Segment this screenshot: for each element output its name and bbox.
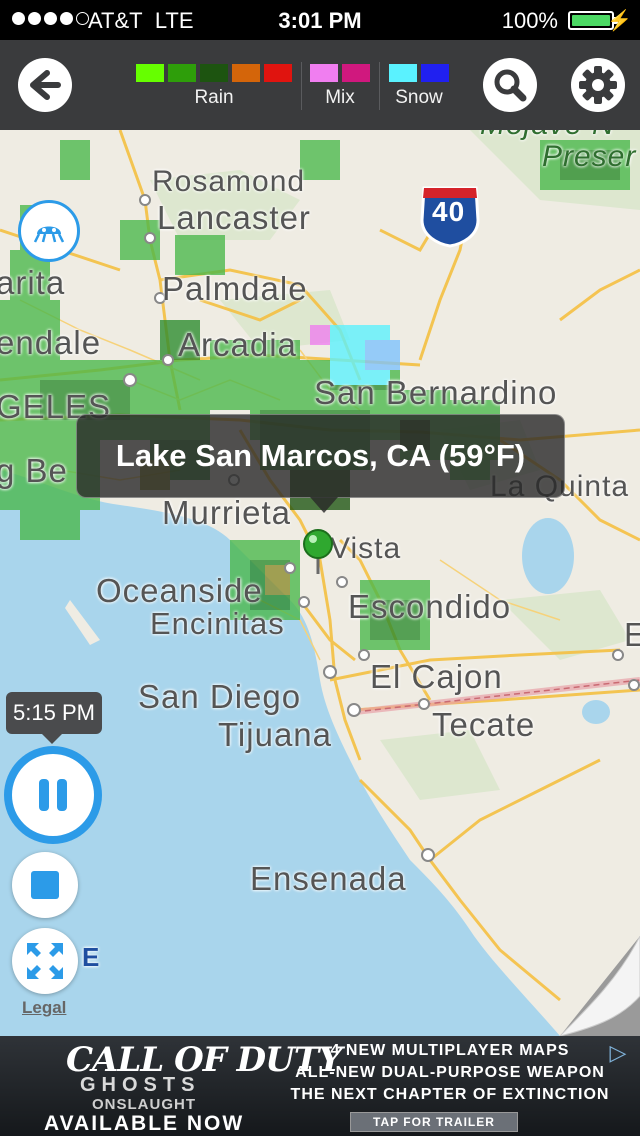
stop-icon [31, 871, 59, 899]
map-label-encinitas: Encinitas [150, 606, 285, 641]
map-label-arcadia: Arcadia [178, 326, 297, 363]
rain-swatches [136, 64, 292, 82]
map-label-tijuana: Tijuana [218, 716, 333, 753]
radar-layer-icon [33, 226, 65, 243]
legend-swatch [342, 64, 370, 82]
ad-line-2: ALL-NEW DUAL-PURPOSE WEAPON [295, 1064, 605, 1081]
legend-mix: Mix [310, 64, 370, 109]
expand-icon [27, 943, 63, 979]
map-label-murrieta: Murrieta [162, 494, 292, 531]
map-label-rosamond: Rosamond [152, 165, 306, 198]
page-curl-icon[interactable] [560, 936, 640, 1036]
map-label-palmdale: Palmdale [162, 270, 308, 307]
battery-percent: 100% [501, 8, 558, 33]
map-label-oceanside: Oceanside [96, 572, 263, 609]
legal-link[interactable]: Legal [22, 998, 66, 1018]
location-callout[interactable]: Lake San Marcos, CA (59°F) [76, 414, 565, 498]
callout-pointer [310, 497, 338, 513]
legend-swatch [136, 64, 164, 82]
radar-map[interactable]: 40 Mojave N Preser Rosamond Lancaster ar… [0, 130, 640, 1036]
map-label-vista: Vista [330, 532, 402, 565]
ad-choices-icon[interactable]: ▷ [602, 1040, 634, 1072]
legend-swatch [168, 64, 196, 82]
legend-swatch [421, 64, 449, 82]
search-icon [494, 69, 527, 102]
legend-swatch [264, 64, 292, 82]
interstate-number: 40 [432, 196, 466, 227]
ad-line-3: THE NEXT CHAPTER OF EXTINCTION [290, 1086, 610, 1103]
legend-swatch [200, 64, 228, 82]
pause-button-face [12, 754, 94, 836]
status-bar: AT&T LTE 3:01 PM 100% ⚡ [0, 0, 640, 40]
mix-swatches [310, 64, 370, 82]
legend-rain-label: Rain [194, 87, 234, 108]
legend-swatch [232, 64, 260, 82]
ad-line-1: 4 NEW MULTIPLAYER MAPS [330, 1042, 570, 1059]
ad-brand-expansion: ONSLAUGHT [92, 1096, 196, 1113]
stop-button[interactable] [12, 852, 78, 918]
map-label-ensenada: Ensenada [250, 860, 407, 897]
ad-brand-subtitle: GHOSTS [80, 1074, 201, 1096]
map-label-edge-e: E [82, 942, 101, 972]
legend-snow: Snow [389, 64, 449, 109]
radar-app: AT&T LTE 3:01 PM 100% ⚡ Rain Mix Snow 40… [0, 0, 640, 1136]
gear-icon [579, 66, 617, 104]
map-label-gbe: g Be [0, 452, 68, 489]
map-label-tecate: Tecate [432, 706, 536, 743]
legend-swatch [389, 64, 417, 82]
legend-swatch [310, 64, 338, 82]
map-label-preserve: Preser [542, 140, 637, 173]
settings-button[interactable] [571, 58, 625, 112]
ad-trailer-button[interactable]: TAP FOR TRAILER [350, 1112, 518, 1132]
charging-icon: ⚡ [607, 10, 632, 32]
back-button[interactable] [18, 58, 72, 112]
map-label-san-bernardino: San Bernardino [314, 374, 558, 411]
expand-button[interactable] [12, 928, 78, 994]
map-label-san-diego: San Diego [138, 678, 302, 715]
pause-icon [39, 779, 67, 811]
map-label-endale: endale [0, 324, 102, 361]
search-button[interactable] [483, 58, 537, 112]
map-label-el-cajon: El Cajon [370, 658, 503, 695]
ad-banner[interactable]: CALL OF DUTY GHOSTS ONSLAUGHT AVAILABLE … [0, 1036, 640, 1136]
legend-divider [379, 62, 380, 110]
map-label-arita: arita [0, 264, 66, 301]
pause-button[interactable] [4, 746, 102, 844]
radar-time-badge: 5:15 PM [6, 692, 102, 734]
toolbar: Rain Mix Snow [0, 40, 640, 130]
location-pin-icon[interactable] [300, 528, 340, 578]
map-label-e: E [624, 616, 640, 653]
legend-divider [301, 62, 302, 110]
legend-mix-label: Mix [325, 87, 355, 108]
map-label-escondido: Escondido [348, 588, 512, 625]
legend-rain: Rain [136, 64, 292, 109]
radar-layer-button[interactable] [18, 200, 80, 262]
legend-snow-label: Snow [395, 87, 443, 108]
map-label-lancaster: Lancaster [157, 199, 311, 236]
back-arrow-icon [30, 70, 61, 100]
ad-availability: AVAILABLE NOW [44, 1112, 245, 1135]
snow-swatches [389, 64, 449, 82]
time-badge-pointer [42, 734, 62, 744]
